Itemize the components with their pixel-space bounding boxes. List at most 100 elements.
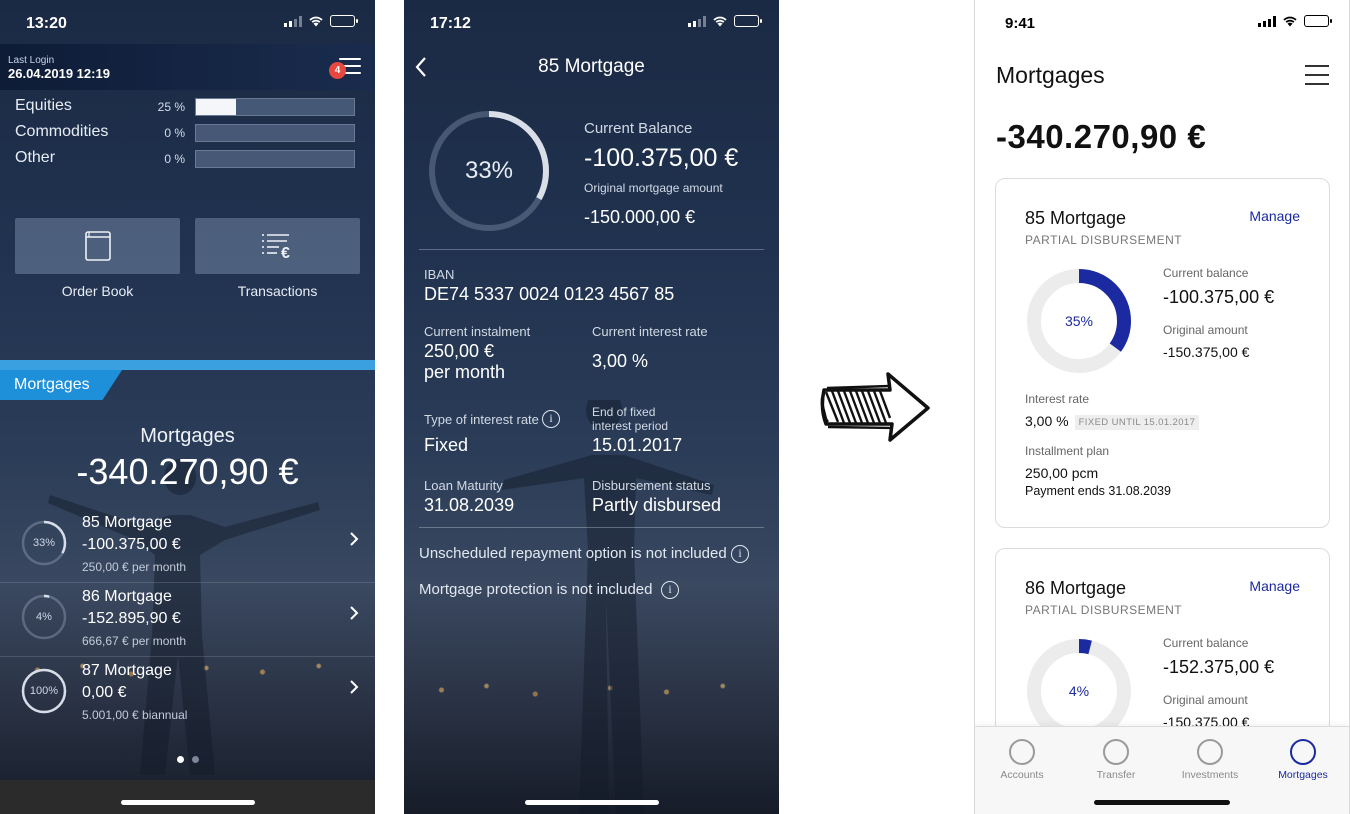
progress-percent: 4%: [36, 611, 52, 623]
mortgage-row-85[interactable]: 33% 85 Mortgage -100.375,00 € 250,00 € p…: [0, 509, 375, 583]
installment-plan-value: 250,00 pcm: [1025, 465, 1099, 481]
transactions-list-euro-icon: €: [261, 234, 290, 261]
mortgage-name: 86 Mortgage: [82, 588, 172, 605]
bottom-area: [0, 780, 375, 814]
interest-rate-value: 3,00 %: [592, 351, 649, 371]
battery-charging-icon: [330, 15, 358, 27]
progress-percent: 33%: [464, 157, 514, 184]
wifi-icon: [309, 16, 323, 27]
top-bar: Last Login 26.04.2019 12:19 4: [0, 44, 375, 90]
current-balance-label: Current balance: [1163, 266, 1249, 280]
loan-maturity-value: 31.08.2039: [424, 495, 515, 515]
allocation-bar: [195, 98, 355, 116]
home-indicator[interactable]: [1094, 800, 1230, 805]
rate-type-value: Fixed: [424, 435, 469, 455]
mortgages-icon: [1290, 739, 1316, 765]
allocation-percent: 25 %: [157, 100, 185, 114]
status-bar: 17:12: [404, 0, 779, 44]
home-indicator[interactable]: [524, 800, 659, 805]
progress-ring: 33%: [20, 519, 68, 567]
status-bar: 9:41: [975, 0, 1349, 44]
page-indicator[interactable]: [0, 756, 375, 763]
manage-link[interactable]: Manage: [1249, 208, 1300, 224]
page-title: Mortgages: [996, 62, 1105, 88]
interest-rate-label: Interest rate: [1025, 392, 1090, 406]
overview-phone-screen: 13:20 Last Login 26.04.2019 12:19 4 Equi…: [0, 0, 375, 814]
current-balance-label: Current Balance: [584, 120, 693, 137]
status-time: 17:12: [430, 15, 471, 32]
current-balance-value: -100.375,00 €: [1163, 287, 1275, 307]
mortgage-instalment: 5.001,00 € biannual: [82, 708, 188, 722]
person-silhouette: [502, 400, 714, 814]
transfer-icon: [1103, 739, 1129, 765]
transition-arrow-icon: [820, 372, 930, 442]
tab-accounts[interactable]: Accounts: [975, 727, 1069, 814]
page-dot: [191, 756, 199, 763]
manage-link[interactable]: Manage: [1249, 578, 1300, 594]
home-indicator[interactable]: [120, 800, 255, 805]
repayment-option-notice: Unscheduled repayment option is not incl…: [419, 545, 727, 562]
allocation-row-commodities: Commodities 0 %: [15, 123, 355, 143]
progress-percent: 33%: [32, 537, 56, 549]
allocation-bar: [195, 150, 355, 168]
mortgages-total-amount: -340.270,90 €: [76, 451, 299, 492]
installment-plan-label: Installment plan: [1025, 444, 1110, 458]
cellular-signal-icon: [1258, 15, 1276, 27]
disbursement-status-value: Partly disbursed: [592, 495, 722, 515]
progress-percent: 35%: [1064, 313, 1094, 329]
hamburger-menu-icon[interactable]: [1305, 65, 1329, 85]
mortgages-tab[interactable]: Mortgages: [0, 370, 122, 400]
redesigned-mortgages-screen: 9:41 Mortgages -340.270,90 € 85 Mortgage…: [974, 0, 1350, 814]
instalment-period: per month: [424, 362, 506, 382]
fixed-period-end-label: End of fixed: [592, 405, 656, 419]
allocation-name: Commodities: [15, 123, 109, 140]
page-title: 85 Mortgage: [538, 56, 645, 77]
tab-label: Accounts: [1000, 769, 1044, 781]
current-balance-value: -100.375,00 €: [584, 144, 739, 172]
info-icon[interactable]: i: [731, 545, 749, 563]
mortgage-card-85: 85 Mortgage PARTIAL DISBURSEMENT Manage …: [995, 178, 1330, 528]
mortgage-amount: -100.375,00 €: [82, 536, 181, 553]
progress-ring: 100%: [20, 667, 68, 715]
chevron-right-icon: [350, 532, 359, 546]
status-time: 13:20: [26, 15, 67, 32]
chevron-right-icon: [350, 680, 359, 694]
repayment-donut: 35%: [1025, 267, 1133, 375]
tab-mortgages[interactable]: Mortgages: [1256, 727, 1349, 814]
interest-rate-label: Current interest rate: [592, 324, 708, 339]
fixed-until-tag: FIXED UNTIL 15.01.2017: [1074, 415, 1200, 430]
progress-percent: 100%: [29, 685, 59, 697]
transactions-button[interactable]: €: [195, 218, 360, 274]
mortgages-total-amount: -340.270,90 €: [996, 118, 1207, 155]
mortgage-instalment: 666,67 € per month: [82, 634, 187, 648]
info-icon[interactable]: i: [661, 581, 679, 599]
mortgage-row-87[interactable]: 100% 87 Mortgage 0,00 € 5.001,00 € biann…: [0, 657, 375, 731]
last-login-label: Last Login: [8, 55, 55, 66]
original-amount-label: Original amount: [1163, 693, 1248, 707]
fixed-period-end-value: 15.01.2017: [592, 435, 683, 455]
order-book-button[interactable]: [15, 218, 180, 274]
rate-type-label: Type of interest rate: [424, 412, 539, 427]
mortgage-amount: 0,00 €: [82, 684, 127, 701]
payment-end-date: Payment ends 31.08.2039: [1025, 484, 1171, 498]
allocation-row-equities: Equities 25 %: [15, 97, 355, 117]
battery-icon: [1304, 15, 1332, 27]
mortgages-section-title: Mortgages: [140, 425, 235, 447]
disbursement-status: PARTIAL DISBURSEMENT: [1025, 233, 1183, 247]
interest-rate-value: 3,00 %: [1025, 413, 1069, 429]
mortgage-detail-phone-screen: 17:12 85 Mortgage 33% Current Balance -1…: [404, 0, 779, 814]
order-book-label: Order Book: [61, 283, 134, 299]
status-bar: 13:20: [0, 0, 375, 44]
instalment-label: Current instalment: [424, 324, 531, 339]
current-balance-label: Current balance: [1163, 636, 1249, 650]
mortgage-row-86[interactable]: 4% 86 Mortgage -152.895,90 € 666,67 € pe…: [0, 583, 375, 657]
accounts-icon: [1009, 739, 1035, 765]
tab-label: Mortgages: [1278, 769, 1328, 781]
transactions-label: Transactions: [237, 283, 318, 299]
cellular-signal-icon: [688, 15, 706, 27]
original-amount-value: -150.375,00 €: [1163, 344, 1250, 360]
svg-text:€: €: [281, 245, 290, 261]
iban-label: IBAN: [424, 267, 455, 282]
info-icon[interactable]: i: [542, 410, 560, 428]
mortgage-instalment: 250,00 € per month: [82, 560, 187, 574]
